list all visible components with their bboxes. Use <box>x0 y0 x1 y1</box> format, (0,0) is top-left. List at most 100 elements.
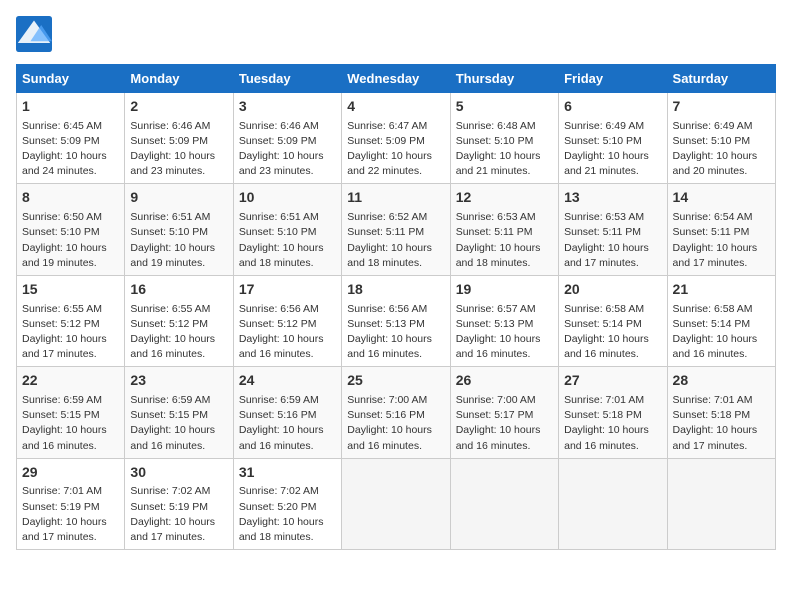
weekday-header: Monday <box>125 65 233 93</box>
day-number: 15 <box>22 280 119 300</box>
day-info: Sunrise: 6:45 AMSunset: 5:09 PMDaylight:… <box>22 119 119 180</box>
day-info: Sunrise: 7:00 AMSunset: 5:17 PMDaylight:… <box>456 393 553 454</box>
day-info: Sunrise: 6:46 AMSunset: 5:09 PMDaylight:… <box>239 119 336 180</box>
day-info: Sunrise: 6:56 AMSunset: 5:13 PMDaylight:… <box>347 302 444 363</box>
weekday-header: Tuesday <box>233 65 341 93</box>
calendar-cell: 21Sunrise: 6:58 AMSunset: 5:14 PMDayligh… <box>667 275 775 366</box>
calendar-cell: 2Sunrise: 6:46 AMSunset: 5:09 PMDaylight… <box>125 93 233 184</box>
day-number: 31 <box>239 463 336 483</box>
day-info: Sunrise: 6:53 AMSunset: 5:11 PMDaylight:… <box>564 210 661 271</box>
day-number: 8 <box>22 188 119 208</box>
weekday-header: Friday <box>559 65 667 93</box>
calendar-cell: 9Sunrise: 6:51 AMSunset: 5:10 PMDaylight… <box>125 184 233 275</box>
calendar-cell <box>450 458 558 549</box>
weekday-header: Wednesday <box>342 65 450 93</box>
calendar-cell: 22Sunrise: 6:59 AMSunset: 5:15 PMDayligh… <box>17 367 125 458</box>
weekday-header: Sunday <box>17 65 125 93</box>
day-info: Sunrise: 6:59 AMSunset: 5:16 PMDaylight:… <box>239 393 336 454</box>
calendar-cell: 10Sunrise: 6:51 AMSunset: 5:10 PMDayligh… <box>233 184 341 275</box>
day-info: Sunrise: 6:57 AMSunset: 5:13 PMDaylight:… <box>456 302 553 363</box>
calendar-table: SundayMondayTuesdayWednesdayThursdayFrid… <box>16 64 776 550</box>
calendar-cell: 17Sunrise: 6:56 AMSunset: 5:12 PMDayligh… <box>233 275 341 366</box>
calendar-cell: 1Sunrise: 6:45 AMSunset: 5:09 PMDaylight… <box>17 93 125 184</box>
day-info: Sunrise: 6:55 AMSunset: 5:12 PMDaylight:… <box>22 302 119 363</box>
day-info: Sunrise: 6:58 AMSunset: 5:14 PMDaylight:… <box>564 302 661 363</box>
day-info: Sunrise: 6:53 AMSunset: 5:11 PMDaylight:… <box>456 210 553 271</box>
day-info: Sunrise: 6:51 AMSunset: 5:10 PMDaylight:… <box>239 210 336 271</box>
day-number: 17 <box>239 280 336 300</box>
day-info: Sunrise: 6:54 AMSunset: 5:11 PMDaylight:… <box>673 210 770 271</box>
day-number: 30 <box>130 463 227 483</box>
day-info: Sunrise: 6:59 AMSunset: 5:15 PMDaylight:… <box>130 393 227 454</box>
calendar-cell: 12Sunrise: 6:53 AMSunset: 5:11 PMDayligh… <box>450 184 558 275</box>
header-row: SundayMondayTuesdayWednesdayThursdayFrid… <box>17 65 776 93</box>
day-info: Sunrise: 7:01 AMSunset: 5:18 PMDaylight:… <box>673 393 770 454</box>
calendar-cell: 19Sunrise: 6:57 AMSunset: 5:13 PMDayligh… <box>450 275 558 366</box>
calendar-cell: 15Sunrise: 6:55 AMSunset: 5:12 PMDayligh… <box>17 275 125 366</box>
day-number: 27 <box>564 371 661 391</box>
calendar-cell: 23Sunrise: 6:59 AMSunset: 5:15 PMDayligh… <box>125 367 233 458</box>
day-number: 22 <box>22 371 119 391</box>
calendar-week-row: 1Sunrise: 6:45 AMSunset: 5:09 PMDaylight… <box>17 93 776 184</box>
calendar-cell: 24Sunrise: 6:59 AMSunset: 5:16 PMDayligh… <box>233 367 341 458</box>
day-number: 7 <box>673 97 770 117</box>
day-number: 16 <box>130 280 227 300</box>
calendar-cell: 30Sunrise: 7:02 AMSunset: 5:19 PMDayligh… <box>125 458 233 549</box>
day-number: 18 <box>347 280 444 300</box>
day-info: Sunrise: 6:51 AMSunset: 5:10 PMDaylight:… <box>130 210 227 271</box>
calendar-cell: 29Sunrise: 7:01 AMSunset: 5:19 PMDayligh… <box>17 458 125 549</box>
calendar-cell: 8Sunrise: 6:50 AMSunset: 5:10 PMDaylight… <box>17 184 125 275</box>
day-number: 28 <box>673 371 770 391</box>
day-number: 4 <box>347 97 444 117</box>
logo <box>16 16 54 52</box>
calendar-cell: 28Sunrise: 7:01 AMSunset: 5:18 PMDayligh… <box>667 367 775 458</box>
calendar-cell: 13Sunrise: 6:53 AMSunset: 5:11 PMDayligh… <box>559 184 667 275</box>
day-number: 3 <box>239 97 336 117</box>
day-number: 2 <box>130 97 227 117</box>
calendar-cell: 25Sunrise: 7:00 AMSunset: 5:16 PMDayligh… <box>342 367 450 458</box>
calendar-cell: 16Sunrise: 6:55 AMSunset: 5:12 PMDayligh… <box>125 275 233 366</box>
page-header <box>16 16 776 52</box>
day-info: Sunrise: 7:01 AMSunset: 5:18 PMDaylight:… <box>564 393 661 454</box>
day-number: 20 <box>564 280 661 300</box>
calendar-week-row: 29Sunrise: 7:01 AMSunset: 5:19 PMDayligh… <box>17 458 776 549</box>
calendar-week-row: 22Sunrise: 6:59 AMSunset: 5:15 PMDayligh… <box>17 367 776 458</box>
calendar-cell <box>667 458 775 549</box>
day-info: Sunrise: 7:02 AMSunset: 5:20 PMDaylight:… <box>239 484 336 545</box>
day-info: Sunrise: 6:56 AMSunset: 5:12 PMDaylight:… <box>239 302 336 363</box>
day-number: 21 <box>673 280 770 300</box>
logo-icon <box>16 16 52 52</box>
calendar-cell <box>342 458 450 549</box>
day-number: 23 <box>130 371 227 391</box>
calendar-cell: 5Sunrise: 6:48 AMSunset: 5:10 PMDaylight… <box>450 93 558 184</box>
calendar-cell: 11Sunrise: 6:52 AMSunset: 5:11 PMDayligh… <box>342 184 450 275</box>
day-number: 6 <box>564 97 661 117</box>
day-info: Sunrise: 6:59 AMSunset: 5:15 PMDaylight:… <box>22 393 119 454</box>
day-info: Sunrise: 6:49 AMSunset: 5:10 PMDaylight:… <box>673 119 770 180</box>
day-info: Sunrise: 6:52 AMSunset: 5:11 PMDaylight:… <box>347 210 444 271</box>
day-info: Sunrise: 6:50 AMSunset: 5:10 PMDaylight:… <box>22 210 119 271</box>
calendar-cell: 4Sunrise: 6:47 AMSunset: 5:09 PMDaylight… <box>342 93 450 184</box>
calendar-week-row: 8Sunrise: 6:50 AMSunset: 5:10 PMDaylight… <box>17 184 776 275</box>
day-info: Sunrise: 7:01 AMSunset: 5:19 PMDaylight:… <box>22 484 119 545</box>
calendar-cell: 31Sunrise: 7:02 AMSunset: 5:20 PMDayligh… <box>233 458 341 549</box>
calendar-cell: 18Sunrise: 6:56 AMSunset: 5:13 PMDayligh… <box>342 275 450 366</box>
calendar-cell: 26Sunrise: 7:00 AMSunset: 5:17 PMDayligh… <box>450 367 558 458</box>
day-number: 14 <box>673 188 770 208</box>
calendar-cell: 27Sunrise: 7:01 AMSunset: 5:18 PMDayligh… <box>559 367 667 458</box>
day-number: 1 <box>22 97 119 117</box>
calendar-cell: 14Sunrise: 6:54 AMSunset: 5:11 PMDayligh… <box>667 184 775 275</box>
day-number: 24 <box>239 371 336 391</box>
day-number: 11 <box>347 188 444 208</box>
day-info: Sunrise: 7:02 AMSunset: 5:19 PMDaylight:… <box>130 484 227 545</box>
day-info: Sunrise: 6:47 AMSunset: 5:09 PMDaylight:… <box>347 119 444 180</box>
day-info: Sunrise: 7:00 AMSunset: 5:16 PMDaylight:… <box>347 393 444 454</box>
weekday-header: Saturday <box>667 65 775 93</box>
day-number: 12 <box>456 188 553 208</box>
calendar-cell: 6Sunrise: 6:49 AMSunset: 5:10 PMDaylight… <box>559 93 667 184</box>
day-number: 19 <box>456 280 553 300</box>
weekday-header: Thursday <box>450 65 558 93</box>
day-info: Sunrise: 6:48 AMSunset: 5:10 PMDaylight:… <box>456 119 553 180</box>
day-number: 26 <box>456 371 553 391</box>
calendar-week-row: 15Sunrise: 6:55 AMSunset: 5:12 PMDayligh… <box>17 275 776 366</box>
